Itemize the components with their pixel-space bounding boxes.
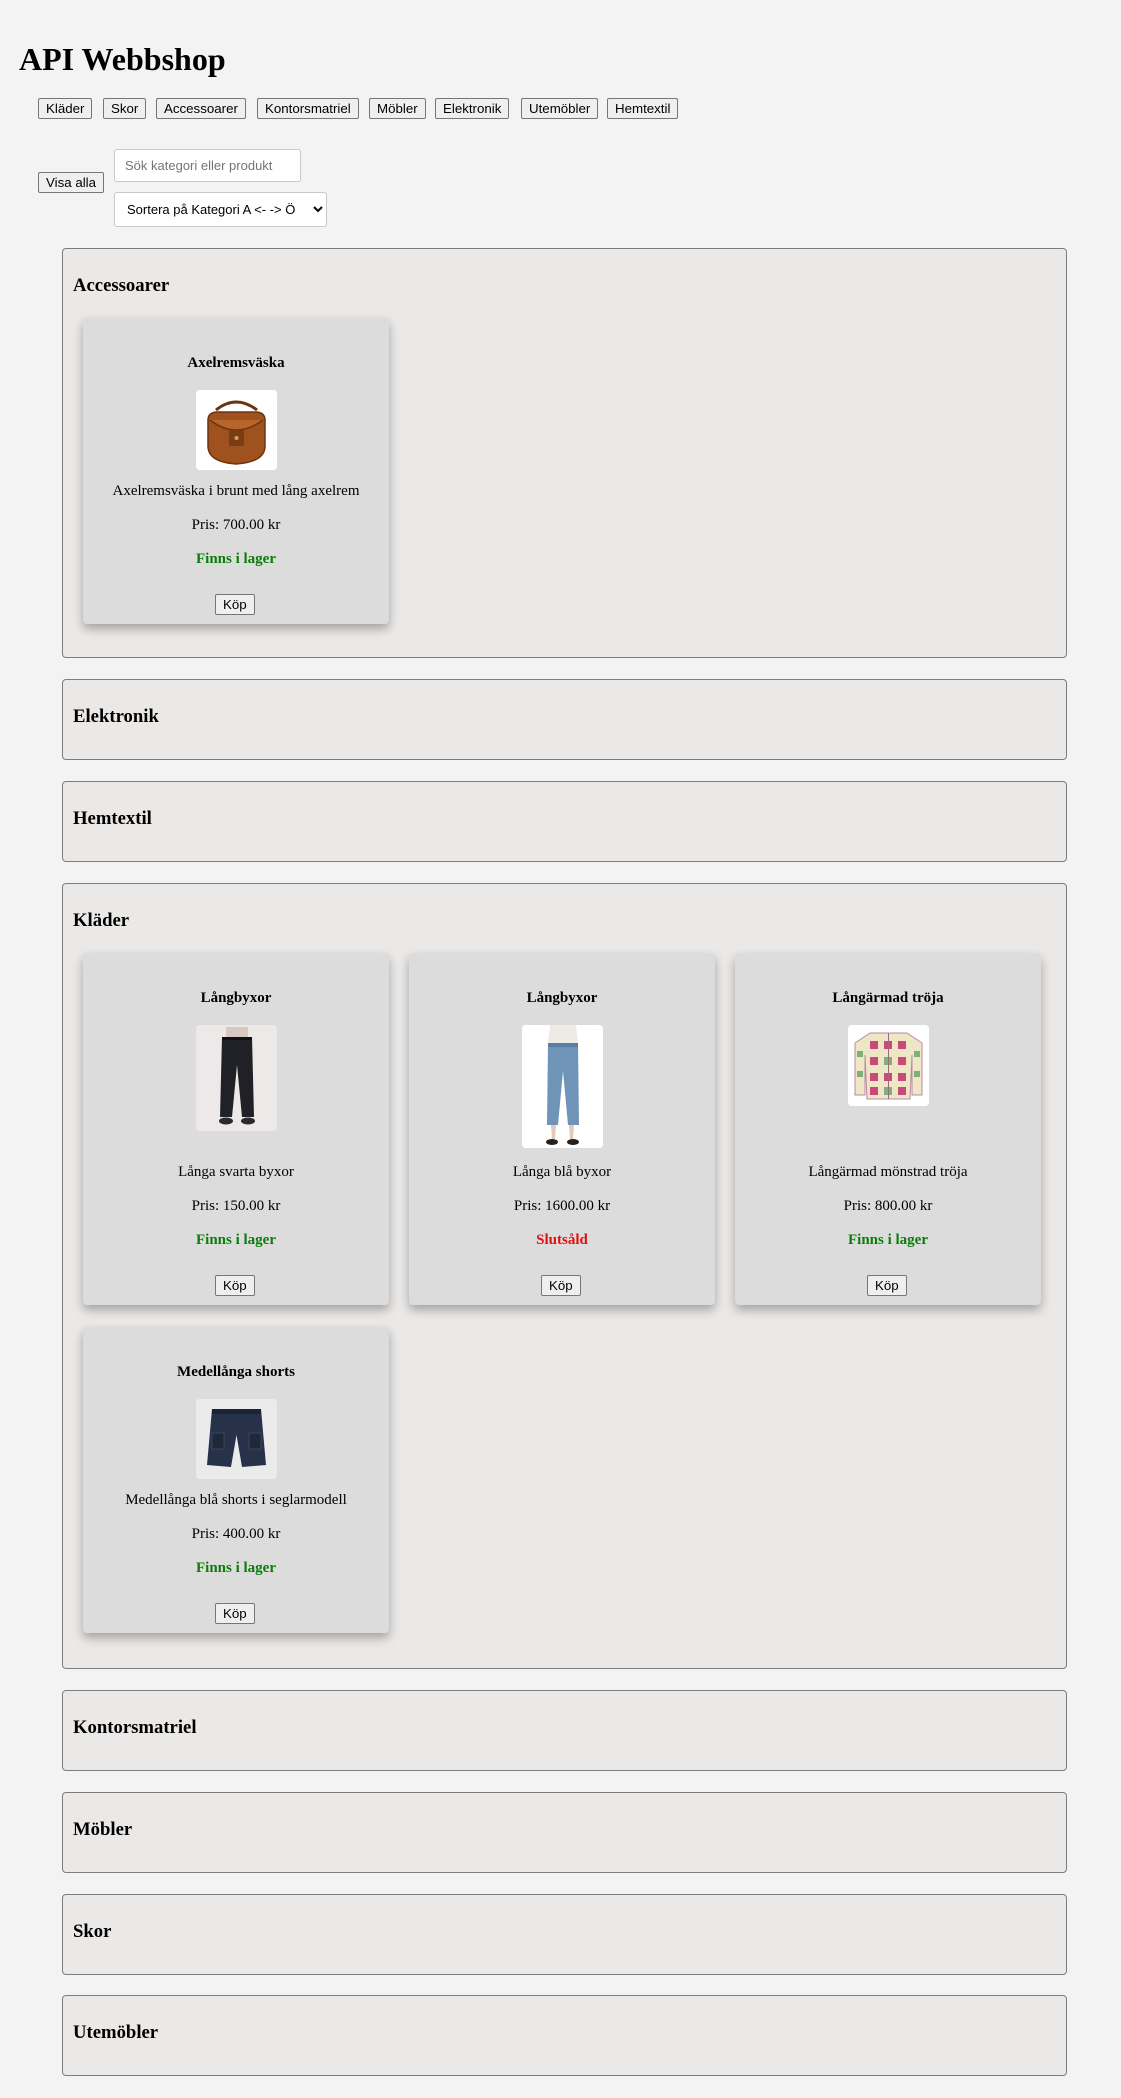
- section-title: Kontorsmatriel: [73, 1717, 197, 1738]
- product-price: Pris: 150.00 kr: [191, 1198, 281, 1214]
- product-name: Långärmad tröja: [832, 990, 944, 1006]
- category-button-hemtextil[interactable]: Hemtextil: [607, 98, 679, 119]
- section-elektronik: Elektronik: [62, 679, 1067, 760]
- section-kontorsmatriel: Kontorsmatriel: [62, 1690, 1067, 1771]
- category-button-kontorsmatriel[interactable]: Kontorsmatriel: [257, 98, 359, 119]
- product-name: Axelremsväska: [187, 355, 285, 371]
- category-button-klader[interactable]: Kläder: [38, 98, 93, 119]
- section-hemtextil: Hemtextil: [62, 781, 1067, 862]
- section-title: Hemtextil: [73, 808, 152, 829]
- stock-status: Finns i lager: [847, 1232, 928, 1248]
- stock-status: Finns i lager: [195, 551, 276, 567]
- product-description: Långa svarta byxor: [178, 1164, 294, 1180]
- section-title: Kläder: [73, 910, 130, 931]
- section-klader: Kläder Långbyxor Långa svarta byxor Pris…: [62, 883, 1067, 1669]
- category-button-skor[interactable]: Skor: [103, 98, 147, 119]
- category-button-utemobler[interactable]: Utemöbler: [521, 98, 599, 119]
- product-image: [196, 390, 277, 470]
- black-trousers-icon: [196, 1025, 277, 1131]
- product-image: [196, 1025, 277, 1131]
- section-accessoarer: Accessoarer Axelremsväska Axelremsväska …: [62, 248, 1067, 658]
- site-title: API Webbshop: [19, 41, 226, 77]
- shoulder-bag-icon: [196, 390, 277, 470]
- product-card-navy-shorts: Medellånga shorts Medellånga blå shorts …: [83, 1327, 389, 1633]
- category-button-elektronik[interactable]: Elektronik: [435, 98, 510, 119]
- product-description: Medellånga blå shorts i seglarmodell: [125, 1492, 347, 1508]
- product-description: Långärmad mönstrad tröja: [808, 1164, 968, 1180]
- product-description: Axelremsväska i brunt med lång axelrem: [112, 483, 360, 499]
- product-description: Långa blå byxor: [512, 1164, 612, 1180]
- product-price: Pris: 700.00 kr: [191, 517, 281, 533]
- buy-button[interactable]: Köp: [867, 1275, 907, 1296]
- product-image: [848, 1025, 929, 1106]
- buy-button[interactable]: Köp: [215, 1275, 255, 1296]
- category-button-mobler[interactable]: Möbler: [369, 98, 426, 119]
- product-image: [196, 1399, 277, 1479]
- product-card-axelremsvaska: Axelremsväska Axelremsväska i brunt med …: [83, 318, 389, 624]
- section-utemobler: Utemöbler: [62, 1995, 1067, 2076]
- product-card-black-trousers: Långbyxor Långa svarta byxor Pris: 150.0…: [83, 953, 389, 1305]
- section-title: Accessoarer: [73, 275, 170, 296]
- blue-jeans-icon: [522, 1025, 603, 1148]
- product-price: Pris: 1600.00 kr: [513, 1198, 611, 1214]
- section-title: Skor: [73, 1921, 112, 1942]
- patterned-sweater-icon: [848, 1025, 929, 1106]
- section-title: Utemöbler: [73, 2022, 159, 2043]
- sort-select[interactable]: Sortera på Kategori A <- -> Ö: [114, 192, 327, 227]
- product-name: Medellånga shorts: [177, 1364, 295, 1380]
- section-mobler: Möbler: [62, 1792, 1067, 1873]
- section-title: Möbler: [73, 1819, 133, 1840]
- buy-button[interactable]: Köp: [215, 1603, 255, 1624]
- product-name: Långbyxor: [526, 990, 598, 1006]
- buy-button[interactable]: Köp: [215, 594, 255, 615]
- product-price: Pris: 400.00 kr: [191, 1526, 281, 1542]
- product-image: [522, 1025, 603, 1148]
- category-button-accessoarer[interactable]: Accessoarer: [156, 98, 246, 119]
- product-card-blue-jeans: Långbyxor Långa blå byxor Pris: 1600.00 …: [409, 953, 715, 1305]
- buy-button[interactable]: Köp: [541, 1275, 581, 1296]
- stock-status: Slutsåld: [536, 1232, 588, 1248]
- product-price: Pris: 800.00 kr: [843, 1198, 933, 1214]
- product-name: Långbyxor: [200, 990, 272, 1006]
- section-skor: Skor: [62, 1894, 1067, 1975]
- stock-status: Finns i lager: [195, 1232, 276, 1248]
- section-title: Elektronik: [73, 706, 159, 727]
- product-card-patterned-sweater: Långärmad tröja Långärmad mönstrad tröja: [735, 953, 1041, 1305]
- show-all-button[interactable]: Visa alla: [38, 172, 105, 193]
- navy-shorts-icon: [196, 1399, 277, 1479]
- search-input[interactable]: [114, 149, 301, 182]
- stock-status: Finns i lager: [195, 1560, 276, 1576]
